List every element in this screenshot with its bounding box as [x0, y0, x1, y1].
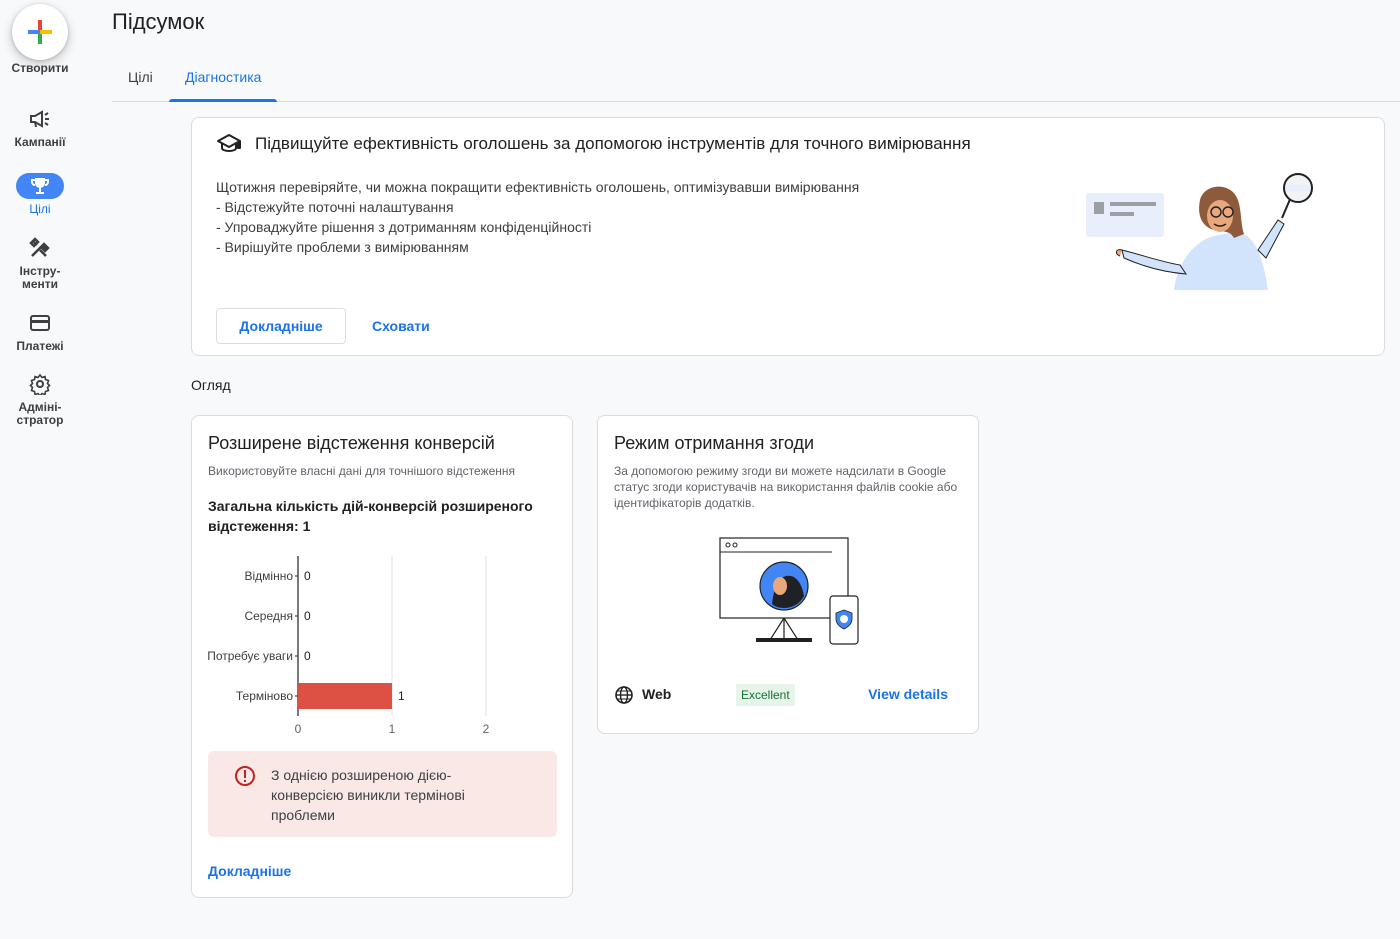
- card-subtitle: Використовуйте власні дані для точнішого…: [208, 464, 516, 478]
- promo-body: Щотижня перевіряйте, чи можна покращити …: [216, 177, 859, 257]
- overview-label: Огляд: [191, 377, 231, 393]
- x-tick-label: 1: [389, 722, 396, 736]
- view-details-link[interactable]: View details: [868, 686, 948, 702]
- plus-icon: [28, 20, 52, 44]
- learn-more-button[interactable]: Докладніше: [216, 308, 346, 344]
- bar: [298, 683, 392, 709]
- rail-item-tools[interactable]: Інстру-менти: [0, 235, 80, 291]
- rail-label-billing: Платежі: [16, 339, 64, 353]
- urgent-issue-alert: З однією розширеною дією-конверсією вини…: [208, 751, 557, 837]
- card-title: Розширене відстеження конверсій: [208, 433, 495, 453]
- card-description: За допомогою режиму згоди ви можете надс…: [614, 464, 958, 510]
- learn-more-link[interactable]: Докладніше: [208, 863, 291, 879]
- credit-card-icon: [16, 310, 64, 336]
- rail-item-admin[interactable]: Адміні-стратор: [0, 371, 80, 427]
- promo-line: - Упроваджуйте рішення з дотриманням кон…: [216, 219, 592, 235]
- rail-item-campaigns[interactable]: Кампанії: [0, 106, 80, 149]
- tab-diagnostics[interactable]: Діагностика: [169, 56, 278, 102]
- enhanced-conversions-card: Розширене відстеження конверсій Використ…: [191, 415, 573, 898]
- alert-message: З однією розширеною дією-конверсією вини…: [271, 767, 465, 823]
- error-icon: [235, 766, 255, 786]
- data-label: 0: [304, 569, 311, 583]
- rail-label-tools: Інстру-менти: [19, 264, 61, 291]
- megaphone-icon: [16, 106, 64, 132]
- consent-illustration: [719, 537, 859, 645]
- x-tick-label: 2: [483, 722, 490, 736]
- x-tick-label: 0: [295, 722, 302, 736]
- promo-title: Підвищуйте ефективність оголошень за доп…: [255, 134, 971, 153]
- total-conversions-metric: Загальна кількість дій-конверсій розшире…: [208, 498, 533, 534]
- platform-label: Web: [642, 686, 672, 702]
- rail-item-goals[interactable]: Цілі: [0, 173, 80, 216]
- conversion-status-chart: 0 1 2 Відмінно 0 Середня 0 Потребує уваги 0 Термі…: [207, 556, 490, 736]
- status-badge: Excellent: [736, 684, 795, 706]
- data-label: 0: [304, 649, 311, 663]
- hide-button[interactable]: Сховати: [362, 308, 440, 344]
- navigation-rail: Створити Кампанії Цілі Інстру-менти Плат…: [0, 0, 80, 939]
- data-label: 1: [398, 689, 405, 703]
- category-label: Потребує уваги: [207, 649, 293, 663]
- graduation-cap-icon: [217, 134, 241, 153]
- create-button[interactable]: [12, 4, 68, 60]
- category-label: Терміново: [236, 689, 293, 703]
- promo-card: Підвищуйте ефективність оголошень за доп…: [191, 117, 1385, 356]
- rail-label-admin: Адміні-стратор: [16, 400, 64, 427]
- rail-label-goals: Цілі: [29, 202, 51, 216]
- consent-mode-card: Режим отримання згоди За допомогою режим…: [597, 415, 979, 734]
- card-title: Режим отримання згоди: [614, 433, 815, 453]
- rail-label-campaigns: Кампанії: [14, 135, 66, 149]
- globe-icon: [615, 686, 633, 704]
- gear-icon: [16, 371, 64, 397]
- category-label: Відмінно: [244, 569, 293, 583]
- consent-status-row: Web Excellent View details: [614, 684, 960, 706]
- tab-bar: Цілі Діагностика: [112, 56, 1400, 102]
- tab-goals[interactable]: Цілі: [112, 56, 169, 102]
- promo-line: - Вирішуйте проблеми з вимірюванням: [216, 239, 469, 255]
- measurement-illustration: [1086, 173, 1313, 290]
- data-label: 0: [304, 609, 311, 623]
- page-title: Підсумок: [112, 9, 205, 34]
- category-label: Середня: [244, 609, 293, 623]
- promo-line: - Відстежуйте поточні налаштування: [216, 199, 454, 215]
- tools-icon: [16, 235, 64, 261]
- trophy-icon: [16, 173, 64, 199]
- rail-item-billing[interactable]: Платежі: [0, 310, 80, 353]
- create-label: Створити: [11, 61, 69, 75]
- promo-line: Щотижня перевіряйте, чи можна покращити …: [216, 179, 860, 195]
